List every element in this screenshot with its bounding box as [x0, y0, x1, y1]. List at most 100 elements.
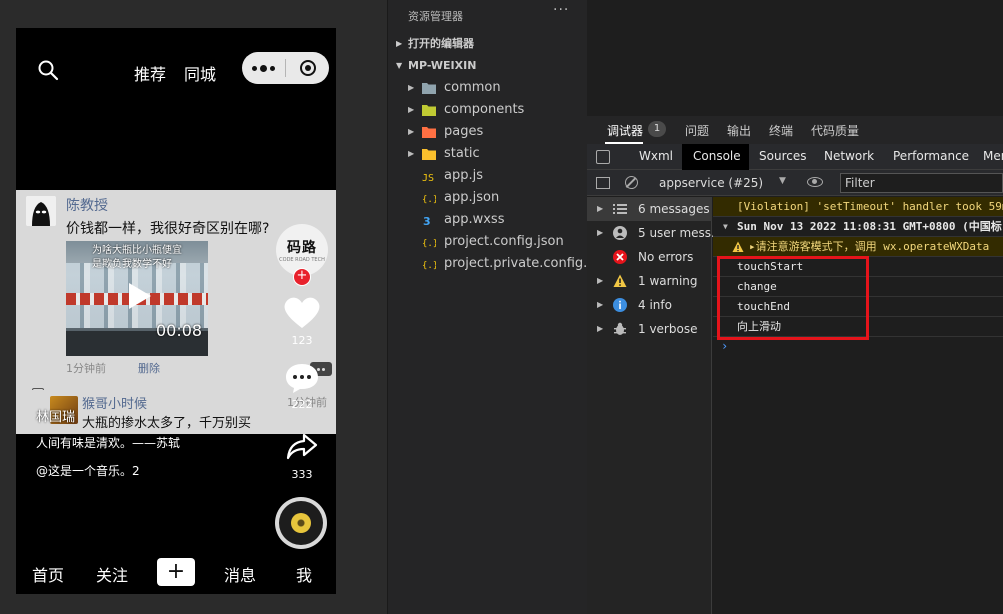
error-icon [613, 250, 627, 264]
video-thumbnail[interactable]: 为啥大瓶比小瓶便宜 是欺负我数学不好 00:08 [66, 241, 208, 356]
tree-item[interactable]: {.} project.private.config.js... [388, 253, 610, 275]
project-section[interactable]: ▼ MP-WEIXIN [388, 55, 588, 77]
tab-recommend[interactable]: 推荐 [134, 61, 166, 85]
devtools-empty-area [587, 0, 1003, 116]
post-time: 1分钟前 [66, 362, 106, 375]
nav-me[interactable]: 我 [296, 562, 312, 586]
nav-messages[interactable]: 消息 [224, 562, 256, 586]
inspect-icon[interactable] [596, 150, 610, 164]
disc-core [291, 513, 311, 533]
video-overlay-text: 为啥大瓶比小瓶便宜 是欺负我数学不好 [92, 244, 182, 272]
dropdown-icon[interactable]: ▼ [779, 176, 786, 186]
comment-author[interactable]: 猴哥小时候 [82, 393, 147, 412]
svg-text:{.}: {.} [422, 195, 436, 204]
tab-output[interactable]: 输出 [727, 122, 751, 139]
avatar[interactable] [26, 196, 56, 226]
play-icon[interactable] [121, 279, 155, 313]
chevron-right-icon: ▶ [597, 276, 604, 285]
warning-message[interactable]: ▸请注意游客模式下，调用 wx.operateWXData [713, 237, 1003, 257]
music-caption: @这是一个音乐。2 [36, 464, 140, 478]
console-filter-item[interactable]: No errors [587, 245, 712, 269]
nav-home[interactable]: 首页 [32, 562, 64, 586]
context-select[interactable]: appservice (#25) [659, 176, 763, 190]
tree-item[interactable]: 3 app.wxss [388, 209, 588, 231]
chevron-down-icon: ▼ [396, 61, 403, 70]
tree-item-label: project.config.json [444, 234, 564, 249]
console-prompt[interactable]: › [721, 339, 728, 353]
eye-icon[interactable] [807, 177, 823, 187]
console-filter-item[interactable]: ▶ 4 info [587, 293, 712, 317]
comment-icon[interactable] [284, 362, 320, 394]
tree-item[interactable]: ▶ pages [388, 121, 588, 143]
close-miniprogram-icon[interactable] [286, 52, 329, 84]
tab-problems[interactable]: 问题 [685, 122, 709, 139]
console-filter-item[interactable]: ▶ 1 verbose [587, 317, 712, 341]
project-label: MP-WEIXIN [408, 59, 477, 72]
tab-wxml[interactable]: Wxml [639, 149, 673, 163]
filter-input[interactable]: Filter [840, 173, 1003, 193]
tab-local[interactable]: 同城 [184, 61, 216, 85]
warning-icon [732, 241, 744, 252]
phone-screen: 推荐 同城 陈教授 价钱都一样，我很好奇区别在哪? 为啥大瓶比小瓶便宜 是欺负我… [16, 28, 336, 594]
log-group-header[interactable]: ▼ Sun Nov 13 2022 11:08:31 GMT+0800 (中国标 [713, 217, 1003, 237]
tab-performance[interactable]: Performance [893, 149, 969, 163]
violation-text: [Violation] 'setTimeout' handler took 59… [737, 200, 1003, 213]
console-filter-label: 5 user mess... [638, 226, 723, 240]
post-author[interactable]: 陈教授 [66, 195, 108, 215]
chevron-right-icon: ▶ [408, 105, 415, 114]
user-icon [613, 226, 627, 240]
nav-follow[interactable]: 关注 [96, 562, 128, 586]
comment-text: 大瓶的掺水太多了，千万别买 [82, 416, 252, 431]
more-icon[interactable] [242, 52, 285, 84]
tree-item[interactable]: ▶ common [388, 77, 588, 99]
open-editors-section[interactable]: ▶ 打开的编辑器 [388, 33, 588, 55]
tree-item-label: app.js [444, 168, 483, 183]
highlight-box [717, 256, 869, 340]
tree-item[interactable]: {.} app.json [388, 187, 588, 209]
tree-item[interactable]: ▶ static [388, 143, 588, 165]
folder-icon [422, 83, 436, 94]
warning-text: ▸请注意游客模式下，调用 wx.operateWXData [749, 240, 990, 253]
tree-item[interactable]: {.} project.config.json [388, 231, 588, 253]
tab-code-quality[interactable]: 代码质量 [811, 122, 859, 139]
svg-text:{.}: {.} [422, 239, 436, 248]
open-editors-label: 打开的编辑器 [408, 37, 474, 50]
clear-console-icon[interactable] [625, 176, 638, 189]
list-icon [613, 204, 627, 214]
publish-button[interactable]: + [157, 558, 195, 586]
comment-count: 222 [291, 398, 313, 411]
sidebar-toggle-icon[interactable] [596, 177, 610, 189]
search-icon[interactable] [36, 58, 60, 82]
tree-item-label: project.private.config.js... [444, 256, 611, 271]
delete-link[interactable]: 删除 [138, 360, 160, 376]
console-filter-item[interactable]: ▶ 5 user mess... [587, 221, 722, 245]
video-duration: 00:08 [156, 321, 203, 340]
music-disc-icon[interactable] [275, 497, 327, 549]
log-group-text: Sun Nov 13 2022 11:08:31 GMT+0800 (中国标 [737, 220, 1002, 233]
share-count: 333 [291, 468, 313, 481]
explorer-more-icon[interactable]: ··· [553, 2, 569, 18]
tree-item[interactable]: JS app.js [388, 165, 588, 187]
svg-text:{.}: {.} [422, 261, 436, 270]
tab-network[interactable]: Network [824, 149, 874, 163]
console-filter-item[interactable]: ▶ 6 messages [587, 197, 712, 221]
tab-console[interactable]: Console [693, 149, 741, 163]
debugger-badge: 1 [648, 121, 666, 137]
share-icon[interactable] [286, 432, 318, 460]
tree-item-label: app.json [444, 190, 500, 205]
console-filter-item[interactable]: ▶ 1 warning [587, 269, 712, 293]
debug-tabs: 调试器 1 问题 输出 终端 代码质量 [587, 116, 1003, 144]
console-filter-label: 1 verbose [638, 322, 698, 336]
tab-memory[interactable]: Mem [983, 149, 1003, 163]
tab-sources[interactable]: Sources [759, 149, 806, 163]
follow-button[interactable]: + [293, 268, 311, 286]
tab-terminal[interactable]: 终端 [769, 122, 793, 139]
miniprogram-capsule [242, 52, 329, 84]
console-filter-label: 1 warning [638, 274, 698, 288]
tree-item[interactable]: ▶ components [388, 99, 588, 121]
video-overlay-line2: 是欺负我数学不好 [92, 259, 172, 270]
console-toolbar: appservice (#25) ▼ Filter [587, 170, 1003, 196]
tab-debugger[interactable]: 调试器 [607, 122, 643, 139]
chevron-right-icon: ▶ [597, 228, 604, 237]
heart-icon[interactable] [282, 294, 322, 330]
